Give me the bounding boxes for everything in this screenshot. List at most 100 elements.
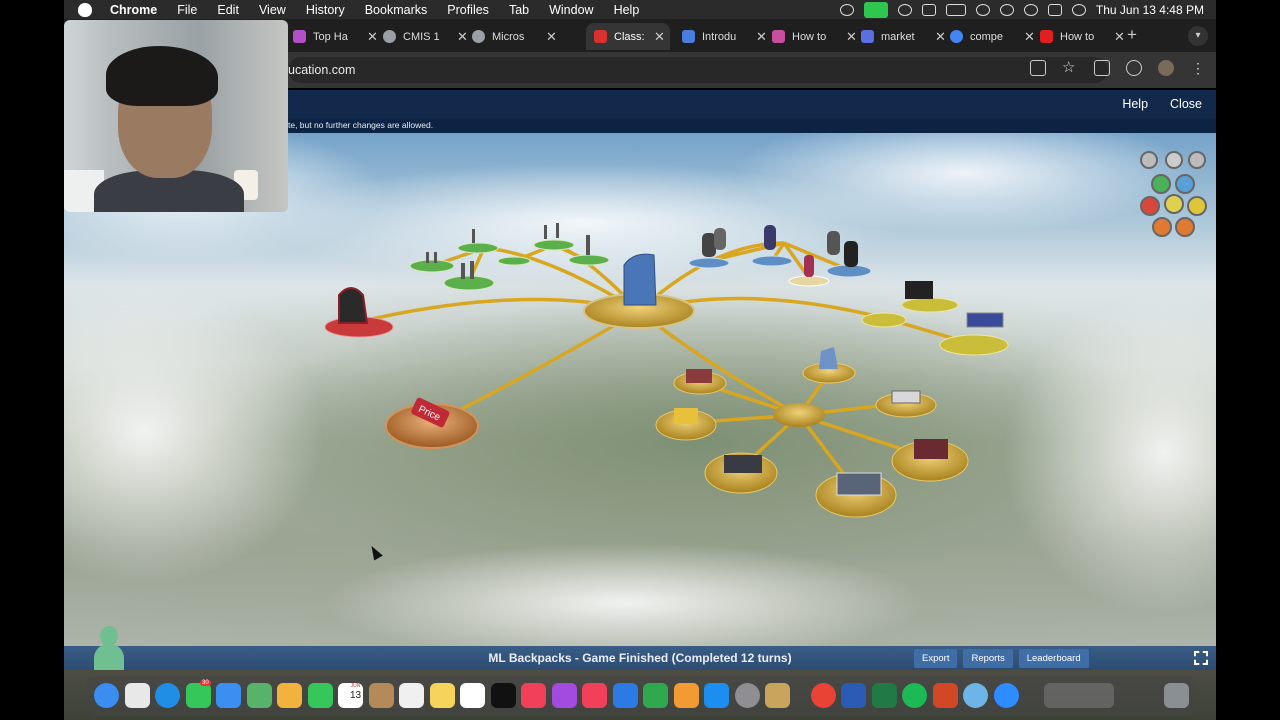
calendar-dock-month: JUN: [350, 683, 361, 689]
system-settings-icon[interactable]: [734, 683, 760, 708]
sign-icon: [966, 312, 1004, 328]
reports-button[interactable]: Reports: [963, 648, 1013, 668]
close-icon[interactable]: ✕: [1114, 29, 1125, 45]
address-bar[interactable]: ucation.com: [288, 57, 1108, 83]
numbers-icon[interactable]: [643, 683, 668, 708]
chrome-icon[interactable]: [810, 683, 836, 708]
powerpoint-icon[interactable]: [932, 683, 958, 708]
tab-class[interactable]: Class: ✕: [586, 23, 670, 50]
tab-cmis[interactable]: CMIS 1 ✕: [375, 23, 468, 50]
tab-how-to-1[interactable]: How to ✕: [764, 23, 857, 50]
word-icon[interactable]: [841, 683, 866, 708]
bookmark-star-icon[interactable]: ☆: [1062, 60, 1078, 76]
pages-icon[interactable]: [673, 683, 699, 708]
launchpad-icon[interactable]: [124, 683, 150, 708]
finder-icon[interactable]: [94, 683, 119, 708]
search-icon[interactable]: [1023, 3, 1038, 16]
close-icon[interactable]: ✕: [654, 29, 665, 45]
zoom-icon[interactable]: [993, 683, 1019, 708]
menu-help[interactable]: Help: [604, 3, 650, 17]
play-icon[interactable]: [897, 3, 912, 16]
menubar-datetime[interactable]: Thu Jun 13 4:48 PM: [1096, 3, 1204, 17]
tab-market[interactable]: market ✕: [853, 23, 946, 50]
billboard-icon: [905, 281, 933, 299]
reminders-icon[interactable]: [399, 683, 424, 708]
excel-icon[interactable]: [871, 683, 897, 708]
close-icon[interactable]: ✕: [546, 29, 557, 45]
messages-icon[interactable]: [185, 683, 211, 708]
youtube-icon: [1040, 30, 1053, 43]
player-avatar-icon[interactable]: [94, 626, 124, 670]
cloud: [1004, 293, 1216, 613]
channel-node[interactable]: [901, 297, 959, 313]
tab-favicon-icon: [383, 30, 396, 43]
battery-icon[interactable]: [945, 3, 966, 16]
more-menu-icon[interactable]: ⋮: [1190, 60, 1206, 76]
record-icon[interactable]: [839, 3, 854, 16]
sync-icon[interactable]: [1126, 60, 1142, 76]
preview-icon[interactable]: [963, 683, 988, 708]
facetime-status-icon[interactable]: [863, 1, 888, 18]
backpack-icon: [338, 287, 369, 324]
tab-compe[interactable]: compe ✕: [942, 23, 1035, 50]
app-store-icon[interactable]: [704, 683, 729, 708]
user-icon[interactable]: [999, 3, 1014, 16]
contacts-icon[interactable]: [368, 683, 394, 708]
tab-how-to-2[interactable]: How to ✕: [1032, 23, 1125, 50]
maps-icon[interactable]: [246, 683, 272, 708]
tv-icon[interactable]: [490, 683, 516, 708]
dock-stacks[interactable]: [1044, 683, 1114, 708]
music-icon[interactable]: [521, 683, 546, 708]
tab-introduction[interactable]: Introdu ✕: [674, 23, 767, 50]
league-icon[interactable]: [765, 683, 790, 708]
export-button[interactable]: Export: [914, 648, 958, 668]
podcasts-icon[interactable]: [551, 683, 577, 708]
notes-icon[interactable]: [429, 683, 455, 708]
office-tower-icon: [623, 253, 657, 306]
freeform-icon[interactable]: [460, 683, 485, 708]
install-app-icon[interactable]: [1030, 60, 1046, 76]
leaderboard-button[interactable]: Leaderboard: [1018, 648, 1089, 668]
spotify-icon[interactable]: [902, 683, 927, 708]
bluetooth-icon[interactable]: [921, 3, 936, 16]
channel-node[interactable]: [939, 334, 1009, 356]
new-tab-button[interactable]: +: [1127, 25, 1137, 45]
menu-app-name[interactable]: Chrome: [100, 3, 167, 17]
tab-search-button[interactable]: ▾: [1188, 26, 1208, 46]
menu-window[interactable]: Window: [539, 3, 603, 17]
mac-dock: 13 JUN 30: [64, 670, 1216, 720]
store-hub-node[interactable]: [773, 403, 825, 427]
menu-tab[interactable]: Tab: [499, 3, 539, 17]
menu-view[interactable]: View: [249, 3, 296, 17]
trash-icon[interactable]: [1164, 683, 1189, 708]
menu-profiles[interactable]: Profiles: [437, 3, 499, 17]
mail-icon[interactable]: [216, 683, 241, 708]
close-link[interactable]: Close: [1170, 97, 1202, 111]
menu-bookmarks[interactable]: Bookmarks: [355, 3, 438, 17]
game-status-bar: ML Backpacks - Game Finished (Completed …: [64, 646, 1216, 670]
keynote-icon[interactable]: [612, 683, 638, 708]
extensions-icon[interactable]: [1094, 60, 1110, 76]
fullscreen-icon[interactable]: [1194, 651, 1208, 665]
control-center-icon[interactable]: [1047, 3, 1062, 16]
siri-icon[interactable]: [1071, 3, 1086, 16]
help-link[interactable]: Help: [1122, 97, 1148, 111]
photos-icon[interactable]: [277, 683, 302, 708]
cloud: [64, 283, 324, 583]
tab-top-hat[interactable]: Top Ha ✕: [285, 23, 378, 50]
profile-avatar[interactable]: [1158, 60, 1174, 76]
tab-favicon-icon: [682, 30, 695, 43]
apple-icon[interactable]: [78, 2, 92, 17]
mac-menubar: Chrome File Edit View History Bookmarks …: [64, 0, 1216, 19]
wifi-icon[interactable]: [975, 3, 990, 16]
cloud: [324, 543, 924, 646]
safari-icon[interactable]: [155, 683, 180, 708]
facetime-icon[interactable]: [307, 683, 333, 708]
channel-node[interactable]: [861, 312, 907, 328]
news-icon[interactable]: [582, 683, 607, 708]
menu-edit[interactable]: Edit: [207, 3, 249, 17]
menu-file[interactable]: File: [167, 3, 207, 17]
messages-badge: 30: [200, 680, 211, 686]
tab-microsoft[interactable]: Micros ✕: [464, 23, 557, 50]
menu-history[interactable]: History: [296, 3, 355, 17]
